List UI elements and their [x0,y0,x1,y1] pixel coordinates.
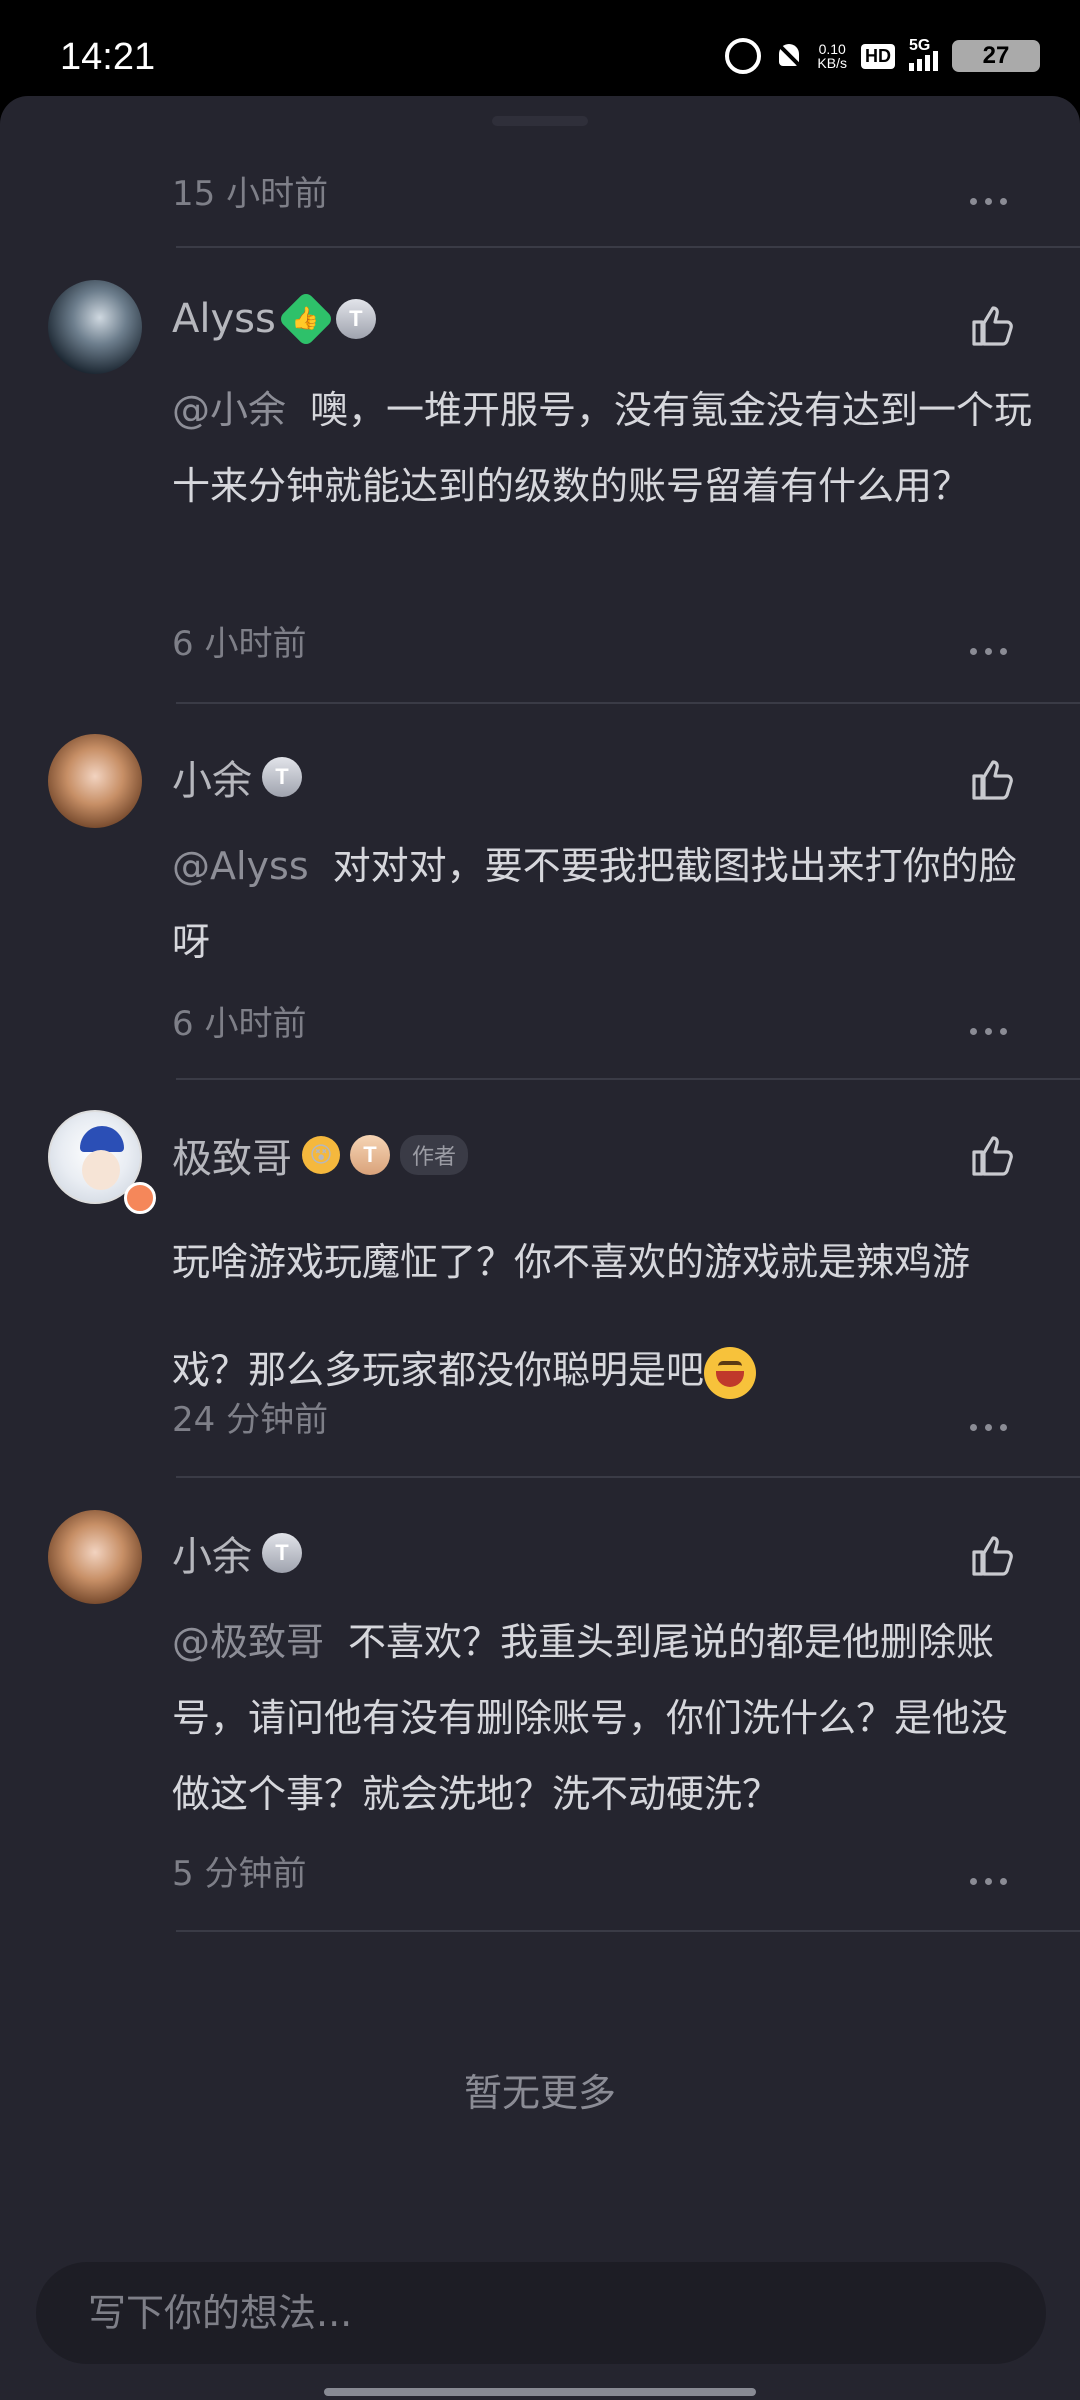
level-badge-icon: T [350,1135,390,1175]
comment-sheet: 15 小时前 Alyss 👍 T @小余 噢，一堆开服号，没有氪金没有达到一个玩十… [0,96,1080,2400]
more-icon[interactable] [970,186,1010,216]
comment-input[interactable] [86,2290,990,2336]
signal-icon: 5G [909,37,938,71]
hd-icon: HD [861,43,895,69]
divider [176,1930,1080,1932]
author-tag: 作者 [400,1135,469,1175]
divider [176,702,1080,704]
comment-time: 15 小时前 [172,174,329,214]
clock: 14:21 [60,36,156,78]
like-icon[interactable] [968,756,1016,804]
comment-time: 6 小时前 [172,624,307,664]
more-icon[interactable] [970,636,1010,666]
author-name: 小余 [172,1534,252,1580]
level-badge-icon: T [262,1533,302,1573]
level-badge-icon: T [335,299,376,339]
more-icon[interactable] [970,1412,1010,1442]
status-bar: 14:21 0.10 KB/s HD 5G 27 [0,0,1080,96]
battery-icon: 27 [952,40,1040,72]
comment-time: 24 分钟前 [172,1400,329,1440]
more-icon[interactable] [970,1866,1010,1896]
mention-link[interactable]: @极致哥 [172,1620,324,1664]
network-speed: 0.10 KB/s [817,42,847,70]
comment-time: 6 小时前 [172,1004,307,1044]
avatar[interactable] [48,734,142,828]
author-name: 极致哥 [172,1136,292,1182]
avatar[interactable] [48,1510,142,1604]
like-icon[interactable] [968,302,1016,350]
grinning-emoji-icon [704,1346,757,1399]
comment-input-bar[interactable] [36,2262,1046,2364]
divider [176,246,1080,248]
thumbs-up-badge-icon: 👍 [277,290,335,348]
mention-link[interactable]: @Alyss [172,844,309,888]
divider [176,1078,1080,1080]
comment-author[interactable]: Alyss 👍 T [172,290,376,348]
comment-author[interactable]: 小余 T [172,1524,302,1582]
network-type: 5G [909,37,931,54]
level-badge-icon: T [262,757,302,797]
network-speed-unit: KB/s [817,55,847,71]
status-icons: 0.10 KB/s HD 5G 27 [725,37,1040,74]
author-name: 小余 [172,758,252,804]
no-more-text: 暂无更多 [463,2071,616,2115]
like-icon[interactable] [968,1532,1016,1580]
comment-time: 5 分钟前 [172,1854,307,1894]
comment-text: @Alyss 对对对，要不要我把截图找出来打你的脸呀 [172,828,1042,980]
comment-text: @小余 噢，一堆开服号，没有氪金没有达到一个玩十来分钟就能达到的级数的账号留着有什… [172,372,1042,524]
author-name: Alyss [172,296,276,342]
mention-link[interactable]: @小余 [172,388,286,432]
alarm-icon [725,38,762,74]
like-icon[interactable] [968,1132,1016,1180]
emoji-badge-icon: 😵 [302,1136,340,1174]
comment-author[interactable]: 极致哥 😵 T 作者 [172,1126,469,1184]
mute-icon [775,42,803,70]
comment-text: @极致哥 不喜欢？我重头到尾说的都是他删除账号，请问他有没有删除账号，你们洗什么？… [172,1604,1042,1832]
comment-body: 噢，一堆开服号，没有氪金没有达到一个玩十来分钟就能达到的级数的账号留着有什么用？ [172,388,1033,508]
more-icon[interactable] [970,1016,1010,1046]
sheet-grab-handle[interactable] [492,116,588,126]
comment-body: 玩啥游戏玩魔怔了？你不喜欢的游戏就是辣鸡游戏？那么多玩家都没你聪明是吧 [172,1240,971,1392]
home-indicator[interactable] [324,2388,756,2396]
divider [176,1476,1080,1478]
avatar[interactable] [48,280,142,374]
comment-author[interactable]: 小余 T [172,748,302,806]
avatar-badge-icon [124,1182,156,1214]
